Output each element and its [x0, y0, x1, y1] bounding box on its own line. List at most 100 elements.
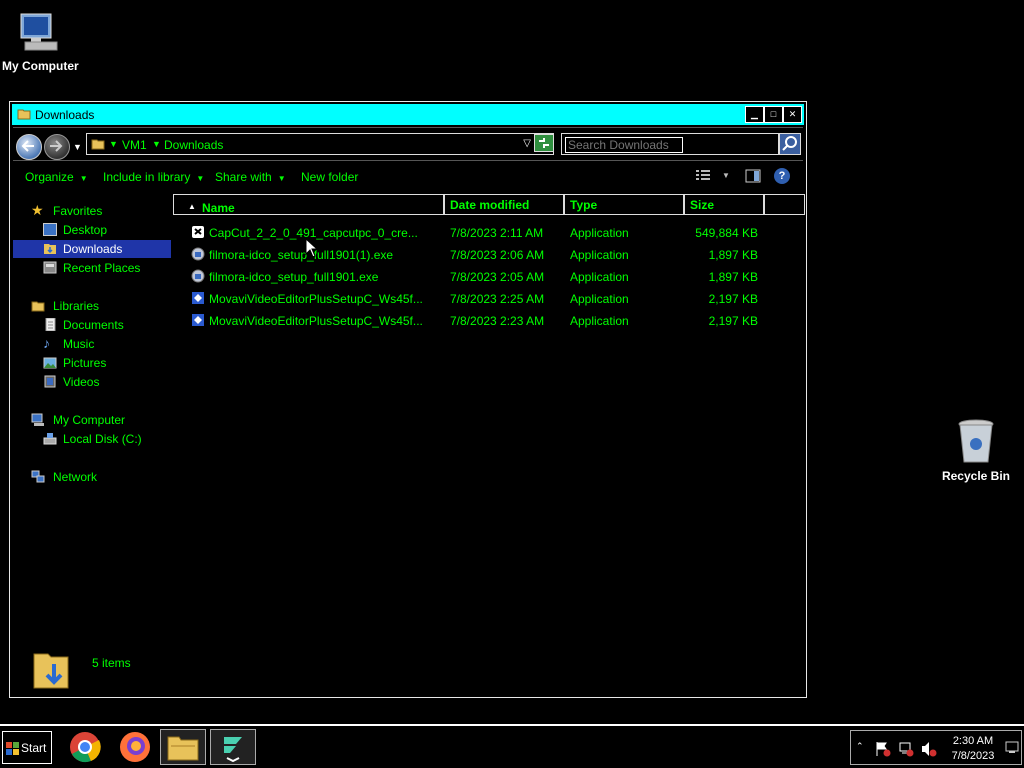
folder-icon — [17, 109, 31, 120]
system-tray: ⌃ 2:30 AM 7/8/2023 — [850, 730, 1022, 765]
clock-time: 2:30 AM — [952, 735, 994, 747]
arrow-left-icon — [21, 140, 34, 152]
share-with-menu[interactable]: Share with ▼ — [215, 170, 286, 184]
desktop-icon-my-computer[interactable]: My Computer — [2, 10, 79, 73]
search-input[interactable] — [565, 137, 683, 153]
search-box[interactable] — [561, 133, 779, 155]
preview-pane-icon[interactable] — [745, 169, 761, 183]
nav-music[interactable]: ♪ Music — [13, 335, 171, 353]
nav-pictures[interactable]: Pictures — [13, 354, 171, 372]
show-hidden-icons-icon[interactable]: ⌃ — [856, 741, 864, 752]
file-type: Application — [570, 270, 629, 284]
windows-logo-icon — [6, 742, 19, 755]
help-icon[interactable]: ? — [774, 168, 790, 184]
column-header-date[interactable]: Date modified — [444, 194, 564, 215]
file-row[interactable]: MovaviVideoEditorPlusSetupC_Ws45f... 7/8… — [173, 288, 805, 310]
nav-desktop[interactable]: Desktop — [13, 221, 171, 239]
recent-pages-dropdown[interactable]: ▼ — [73, 142, 82, 152]
music-icon: ♪ — [43, 335, 50, 351]
include-in-library-menu[interactable]: Include in library ▼ — [103, 170, 204, 184]
file-date: 7/8/2023 2:11 AM — [450, 226, 544, 240]
chrome-icon — [70, 732, 101, 763]
network-icon — [31, 470, 45, 483]
taskbar-filmora[interactable] — [210, 729, 256, 765]
close-button[interactable]: ✕ — [783, 106, 802, 123]
taskbar-file-explorer[interactable] — [160, 729, 206, 765]
recent-places-icon — [43, 261, 57, 274]
nav-label: Desktop — [63, 223, 108, 237]
downloads-folder-icon — [33, 653, 69, 689]
nav-label: My Computer — [53, 413, 126, 427]
computer-icon — [31, 413, 44, 426]
nav-network[interactable]: Network — [13, 468, 171, 486]
breadcrumb-downloads[interactable]: Downloads — [164, 138, 223, 152]
forward-button[interactable] — [44, 134, 70, 160]
column-header-name[interactable]: Name ▲ — [173, 194, 444, 215]
breadcrumb-separator[interactable]: ▼ — [109, 139, 118, 149]
file-size: 1,897 KB — [708, 248, 758, 262]
sort-ascending-icon: ▲ — [188, 202, 196, 211]
nav-libraries[interactable]: Libraries — [13, 297, 171, 315]
refresh-button[interactable] — [534, 134, 554, 152]
nav-label: Downloads — [63, 242, 123, 256]
nav-documents[interactable]: Documents — [13, 316, 171, 334]
nav-my-computer[interactable]: My Computer — [13, 411, 171, 429]
column-header-extra[interactable] — [764, 194, 805, 215]
nav-recent-places[interactable]: Recent Places — [13, 259, 171, 277]
window-title: Downloads — [35, 108, 95, 122]
file-list: Name ▲ Date modified Type Size CapCut_2_… — [173, 194, 805, 664]
command-bar: Organize ▼ Include in library ▼ Share with… — [13, 161, 803, 191]
minimize-button[interactable]: ▁ — [745, 106, 764, 123]
breadcrumb-vm1[interactable]: VM1 — [122, 138, 147, 152]
action-center-flag-icon[interactable] — [875, 741, 891, 757]
libraries-icon — [31, 301, 45, 312]
file-name: CapCut_2_2_0_491_capcutpc_0_cre... — [209, 226, 418, 240]
back-button[interactable] — [16, 134, 42, 160]
show-desktop-icon[interactable] — [1005, 740, 1019, 754]
start-button[interactable]: Start — [2, 731, 52, 764]
address-dropdown-icon[interactable]: ▽ — [523, 138, 531, 149]
breadcrumb-separator[interactable]: ▼ — [152, 139, 161, 149]
title-bar[interactable]: Downloads ▁ □ ✕ — [12, 104, 804, 125]
view-options-icon[interactable] — [696, 170, 710, 182]
nav-videos[interactable]: Videos — [13, 373, 171, 391]
nav-local-disk[interactable]: Local Disk (C:) — [13, 430, 171, 448]
maximize-button[interactable]: □ — [764, 106, 783, 123]
videos-icon — [44, 375, 56, 388]
file-type: Application — [570, 292, 629, 306]
computer-icon — [20, 13, 58, 51]
network-status-icon[interactable] — [898, 741, 914, 757]
taskbar-firefox[interactable] — [112, 729, 158, 765]
taskbar-chrome[interactable] — [62, 729, 108, 765]
search-button[interactable] — [779, 133, 801, 155]
column-header-size[interactable]: Size — [684, 194, 764, 215]
file-row[interactable]: filmora-idco_setup_full1901.exe 7/8/2023… — [173, 266, 805, 288]
file-row[interactable]: MovaviVideoEditorPlusSetupC_Ws45f... 7/8… — [173, 310, 805, 332]
new-folder-button[interactable]: New folder — [301, 170, 358, 184]
file-type: Application — [570, 226, 629, 240]
folder-icon — [91, 139, 105, 150]
file-explorer-icon — [167, 736, 199, 761]
column-header-type[interactable]: Type — [564, 194, 684, 215]
organize-label: Organize — [25, 170, 74, 184]
item-count: 5 items — [92, 656, 131, 670]
file-row[interactable]: filmora-idco_setup_full1901(1).exe 7/8/2… — [173, 244, 805, 266]
nav-label: Recent Places — [63, 261, 141, 275]
clock[interactable]: 2:30 AM 7/8/2023 — [943, 734, 1003, 764]
nav-label: Favorites — [53, 204, 103, 218]
movavi-icon — [192, 292, 204, 304]
volume-muted-icon[interactable] — [921, 741, 937, 757]
desktop-icon-recycle-bin[interactable]: Recycle Bin — [940, 418, 1012, 483]
file-row[interactable]: CapCut_2_2_0_491_capcutpc_0_cre... 7/8/2… — [173, 222, 805, 244]
nav-downloads[interactable]: Downloads — [13, 240, 171, 258]
address-bar[interactable]: ▼ VM1 ▼ Downloads ▽ — [86, 133, 554, 155]
mouse-cursor-icon — [305, 238, 317, 258]
file-size: 1,897 KB — [708, 270, 758, 284]
nav-label: Videos — [63, 375, 100, 389]
organize-menu[interactable]: Organize ▼ — [25, 170, 88, 184]
nav-favorites[interactable]: ★ Favorites — [13, 202, 171, 220]
file-date: 7/8/2023 2:23 AM — [450, 314, 545, 328]
details-pane: 5 items — [13, 637, 803, 695]
view-dropdown-icon[interactable]: ▼ — [722, 171, 730, 180]
firefox-icon — [120, 732, 150, 762]
